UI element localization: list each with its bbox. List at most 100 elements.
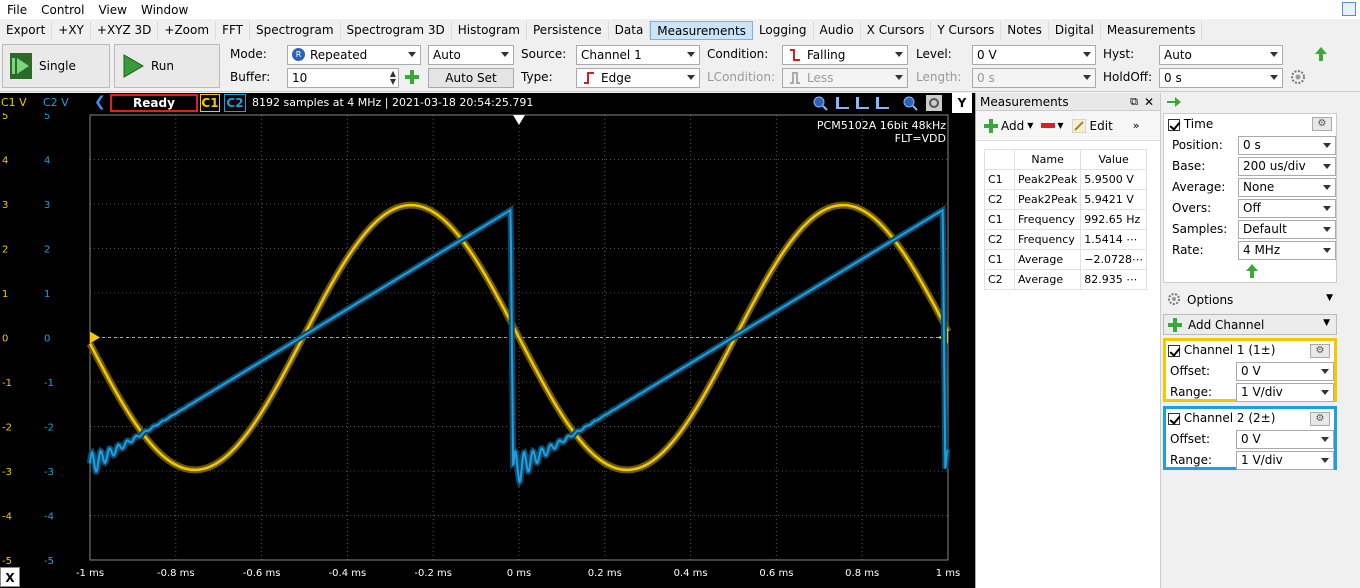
tab-audio[interactable]: Audio — [814, 21, 861, 40]
table-row[interactable]: C2 Peak2Peak 5.9421 V — [984, 189, 1147, 210]
y-axis-button[interactable]: Y — [952, 93, 972, 113]
tab-xy[interactable]: +XY — [52, 21, 91, 40]
average-select[interactable]: None — [1238, 178, 1336, 197]
channel-2-checkbox[interactable] — [1168, 412, 1180, 425]
channel-1-checkbox[interactable] — [1168, 344, 1180, 357]
tab-data[interactable]: Data — [609, 21, 651, 40]
zoom-in-icon[interactable] — [813, 96, 828, 111]
zoom-left-icon[interactable] — [836, 97, 849, 109]
zoom-right-icon[interactable] — [856, 97, 869, 109]
position-select[interactable]: 0 s — [1238, 136, 1336, 155]
lcondition-select[interactable]: Less — [782, 68, 908, 88]
more-icon[interactable]: » — [1133, 119, 1140, 132]
chevron-left-icon[interactable]: ❮ — [94, 94, 106, 110]
c2-tag[interactable]: C2 — [224, 94, 246, 112]
tab-y-cursors[interactable]: Y Cursors — [931, 21, 1002, 40]
add-measurement-button[interactable]: Add ▼ — [984, 118, 1033, 133]
scope-canvas[interactable]: 5 5 4 4 3 3 2 2 1 1 0 0 -1 -1 -2 -2 -3 -3 -4 -4 -5 -5 -1 ms -0.… — [0, 113, 975, 588]
channel-2-settings-icon[interactable]: ⚙ — [1310, 412, 1330, 426]
channel-1-settings-icon[interactable]: ⚙ — [1310, 344, 1330, 358]
arrow-up-icon[interactable] — [1314, 46, 1328, 62]
tab-notes[interactable]: Notes — [1001, 21, 1049, 40]
table-row[interactable]: C1 Average −2.0728⋯ — [984, 249, 1147, 270]
c1-tag[interactable]: C1 — [200, 94, 220, 112]
condition-select[interactable]: Falling — [782, 45, 908, 65]
edit-measurement-button[interactable]: Edit — [1071, 118, 1113, 133]
time-settings-icon[interactable]: ⚙ — [1312, 117, 1332, 131]
run-button[interactable]: Run — [114, 44, 220, 88]
add-buffer-icon[interactable] — [404, 69, 420, 85]
channel-2-trace[interactable] — [89, 208, 949, 484]
buffer-input[interactable]: 10 ▲ ▼ — [287, 68, 399, 88]
table-row[interactable]: C1 Frequency 992.65 Hz — [984, 209, 1147, 230]
window-restore-button[interactable] — [1342, 2, 1356, 16]
add-channel-button[interactable]: Add Channel ▼ — [1163, 314, 1337, 335]
close-icon[interactable]: ✕ — [1144, 93, 1154, 111]
oscilloscope-plot[interactable]: C1 V C2 V ❮ Ready C1 C2 8192 samples at … — [0, 93, 975, 588]
channel-2-group: Channel 2 (2±) ⚙ Offset: 0 V Range: 1 V/… — [1163, 406, 1337, 470]
menu-control[interactable]: Control — [34, 3, 91, 17]
tab-spectrogram[interactable]: Spectrogram — [250, 21, 341, 40]
mode-select[interactable]: R Repeated — [287, 45, 421, 65]
trigger-position-marker[interactable] — [513, 115, 525, 125]
tab-export[interactable]: Export — [0, 21, 53, 40]
ch2-offset-select[interactable]: 0 V — [1236, 430, 1334, 449]
tab-spectrogram-3d[interactable]: Spectrogram 3D — [341, 21, 452, 40]
menu-window[interactable]: Window — [134, 3, 195, 17]
col-value-header: Value — [1080, 149, 1147, 170]
menu-view[interactable]: View — [91, 3, 133, 17]
tab-measurements-2[interactable]: Measurements — [1101, 21, 1203, 40]
arrow-up-icon[interactable] — [1246, 264, 1258, 278]
ch1-offset-select[interactable]: 0 V — [1236, 362, 1334, 381]
tab-zoom[interactable]: +Zoom — [158, 21, 217, 40]
table-row[interactable]: C1 Peak2Peak 5.9500 V — [984, 169, 1147, 190]
channel-2-toggle[interactable]: Channel 2 (2±) — [1168, 411, 1275, 425]
tab-xyz-3d[interactable]: +XYZ 3D — [91, 21, 159, 40]
channel-1-toggle[interactable]: Channel 1 (1±) — [1168, 343, 1275, 357]
settings-icon[interactable] — [926, 95, 942, 111]
zoom-up-icon[interactable] — [876, 97, 889, 109]
c2-y-tick-label: -2 — [44, 423, 54, 434]
tab-digital[interactable]: Digital — [1049, 21, 1101, 40]
single-button[interactable]: Single — [2, 44, 110, 88]
remove-measurement-button[interactable]: ▼ — [1041, 121, 1064, 130]
holdoff-select[interactable]: 0 s — [1159, 68, 1283, 88]
lcondition-label: LCondition: — [707, 70, 775, 84]
ch2-offset-label: Offset: — [1170, 432, 1211, 446]
auto-set-button[interactable]: Auto Set — [428, 68, 514, 88]
tab-logging[interactable]: Logging — [753, 21, 814, 40]
table-row[interactable]: C2 Frequency 1.5414 ⋯ — [984, 229, 1147, 250]
float-icon[interactable]: ⧉ — [1130, 93, 1138, 111]
source-select[interactable]: Channel 1 — [576, 45, 700, 65]
table-row[interactable]: C2 Average 82.935 ⋯ — [984, 269, 1147, 290]
ch1-range-select[interactable]: 1 V/div — [1236, 383, 1334, 402]
time-checkbox[interactable] — [1168, 118, 1180, 131]
type-select[interactable]: Edge — [576, 68, 700, 88]
hyst-select[interactable]: Auto — [1159, 45, 1283, 65]
arrow-right-icon[interactable] — [1167, 97, 1181, 107]
overs-select[interactable]: Off — [1238, 199, 1336, 218]
tab-measurements[interactable]: Measurements — [650, 21, 753, 40]
gear-icon[interactable] — [1290, 69, 1306, 85]
trigger-auto-select[interactable]: Auto — [428, 45, 514, 65]
x-axis-button[interactable]: X — [0, 567, 20, 587]
length-select[interactable]: 0 s — [972, 68, 1096, 88]
level-select[interactable]: 0 V — [972, 45, 1096, 65]
rate-select[interactable]: 4 MHz — [1238, 241, 1336, 260]
menu-file[interactable]: File — [0, 3, 34, 17]
ch2-range-select[interactable]: 1 V/div — [1236, 451, 1334, 470]
tab-histogram[interactable]: Histogram — [452, 21, 527, 40]
c1-y-tick-label: 1 — [2, 289, 8, 300]
trigger-level-left-marker[interactable] — [90, 331, 100, 344]
time-toggle[interactable]: Time — [1168, 117, 1213, 131]
options-row[interactable]: Options ▼ — [1165, 291, 1337, 309]
zoom-out-icon[interactable] — [903, 96, 918, 111]
tab-persistence[interactable]: Persistence — [527, 21, 609, 40]
base-select[interactable]: 200 us/div — [1238, 157, 1336, 176]
tab-fft[interactable]: FFT — [216, 21, 250, 40]
mode-label: Mode: — [230, 47, 267, 61]
c1-y-tick-label: -4 — [2, 512, 12, 523]
tab-x-cursors[interactable]: X Cursors — [861, 21, 932, 40]
spinner-icon[interactable]: ▲ ▼ — [390, 70, 396, 86]
samples-select[interactable]: Default — [1238, 220, 1336, 239]
